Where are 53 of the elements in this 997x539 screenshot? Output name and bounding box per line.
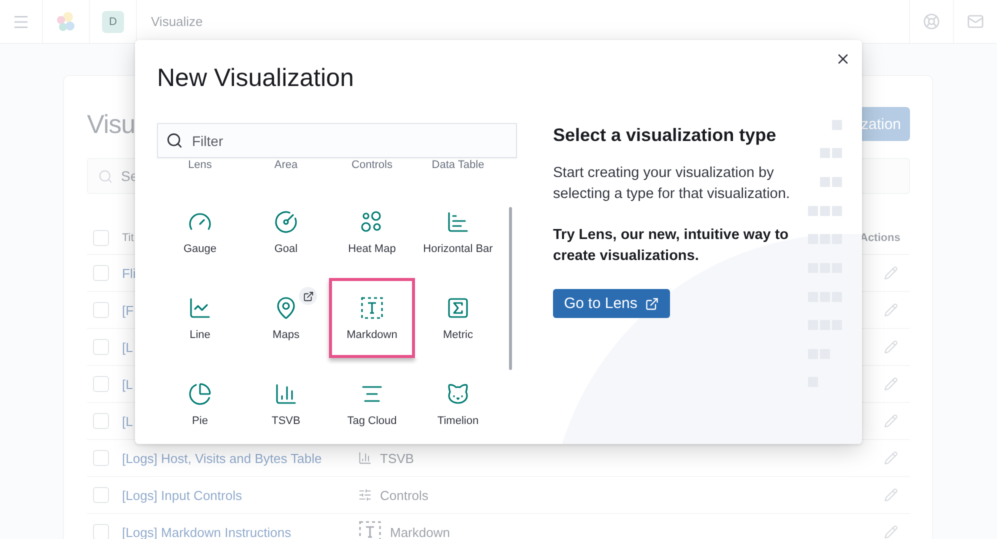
edit-icon[interactable] [884, 266, 898, 280]
checkbox[interactable] [93, 230, 109, 246]
table-cell: TSVB [380, 450, 414, 466]
table-cell: Markdown [390, 524, 450, 539]
edit-icon[interactable] [884, 303, 898, 317]
map-pin-icon [274, 296, 298, 320]
edit-icon[interactable] [884, 488, 898, 502]
checkbox[interactable] [93, 450, 109, 466]
type-label[interactable]: Area [243, 159, 329, 172]
promo-text: Try Lens, our new, intuitive way to create visualizations. [553, 226, 790, 266]
edit-icon[interactable] [884, 451, 898, 465]
type-card[interactable]: Markdown [329, 278, 415, 358]
edit-icon[interactable] [884, 377, 898, 391]
filter-field[interactable]: Filter [157, 123, 517, 158]
go-to-lens-button[interactable]: Go to Lens [553, 289, 670, 318]
column-header: Actions [860, 232, 902, 244]
sigma-icon [446, 296, 470, 320]
cat-icon [446, 382, 470, 406]
checkbox[interactable] [93, 524, 109, 539]
checkbox[interactable] [93, 339, 109, 355]
sliders-icon [358, 488, 372, 502]
search-icon [166, 132, 183, 149]
checkbox[interactable] [93, 487, 109, 503]
type-label[interactable]: Controls [329, 159, 415, 172]
scrollbar[interactable] [509, 207, 512, 370]
column-chart-icon [358, 451, 372, 465]
checkbox[interactable] [93, 413, 109, 429]
logo-icon [55, 10, 77, 32]
text-icon [358, 520, 382, 539]
breadcrumb-title: Visualize [150, 14, 204, 29]
table-cell: Controls [380, 488, 428, 502]
help-icon[interactable] [923, 13, 940, 30]
search-icon [98, 168, 113, 184]
checkbox[interactable] [93, 302, 109, 318]
edit-icon[interactable] [884, 525, 898, 539]
pie-chart-icon [188, 382, 212, 406]
modal-title: New Visualization [157, 64, 355, 94]
bar-chart-icon [446, 210, 470, 234]
info-heading: Select a visualization type [553, 125, 778, 146]
edit-icon[interactable] [884, 414, 898, 428]
line-chart-icon [188, 296, 212, 320]
page-title: Visu [87, 108, 136, 140]
column-chart-icon [274, 382, 298, 406]
text-icon [360, 296, 384, 320]
checkbox[interactable] [93, 376, 109, 392]
info-text: Start creating your visualization by selecting a type for that visualization. [553, 164, 791, 204]
type-label[interactable]: Data Table [415, 159, 501, 172]
type-label[interactable]: Lens [157, 159, 243, 172]
external-link-icon [645, 296, 660, 310]
checkbox[interactable] [93, 265, 109, 281]
gauge-icon [274, 210, 298, 234]
mail-icon[interactable] [967, 13, 984, 30]
edit-icon[interactable] [884, 340, 898, 354]
